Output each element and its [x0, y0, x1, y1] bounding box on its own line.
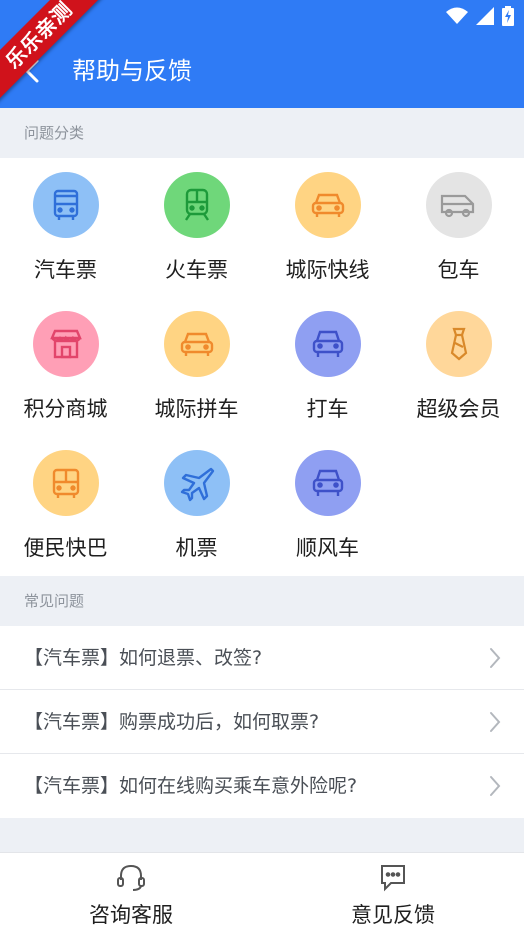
category-points-mall[interactable]: 积分商城 — [0, 297, 131, 436]
category-flight[interactable]: 机票 — [131, 436, 262, 575]
faq-question: 【汽车票】购票成功后，如何取票? — [24, 711, 320, 733]
category-label: 打车 — [306, 397, 349, 421]
category-label: 城际拼车 — [154, 397, 239, 421]
chevron-right-icon — [490, 712, 501, 732]
chevron-right-icon — [490, 648, 501, 668]
faq-list: 【汽车票】如何退票、改签? 【汽车票】购票成功后，如何取票? 【汽车票】如何在线… — [0, 626, 524, 818]
faq-section-label: 常见问题 — [0, 576, 524, 626]
category-train[interactable]: 火车票 — [131, 158, 262, 297]
faq-item[interactable]: 【汽车票】如何退票、改签? — [0, 626, 524, 690]
category-charter[interactable]: 包车 — [393, 158, 524, 297]
car-icon — [295, 172, 361, 238]
bottom-action-bar: 咨询客服 意见反馈 — [0, 852, 524, 933]
customer-service-button[interactable]: 咨询客服 — [0, 853, 262, 933]
faq-question: 【汽车票】如何在线购买乘车意外险呢? — [24, 775, 358, 797]
headset-icon — [117, 864, 145, 891]
page-title: 帮助与反馈 — [72, 57, 192, 85]
category-label: 汽车票 — [34, 258, 97, 282]
signal-icon — [476, 7, 494, 25]
shop-icon — [33, 311, 99, 377]
category-label: 超级会员 — [416, 397, 501, 421]
train-icon — [164, 172, 230, 238]
category-label: 便民快巴 — [23, 536, 108, 560]
category-super-member[interactable]: 超级会员 — [393, 297, 524, 436]
wifi-icon — [446, 7, 468, 24]
message-icon — [381, 865, 405, 892]
tie-icon — [426, 311, 492, 377]
faq-question: 【汽车票】如何退票、改签? — [24, 647, 263, 669]
carpool-icon — [164, 311, 230, 377]
van-icon — [426, 172, 492, 238]
faq-item[interactable]: 【汽车票】购票成功后，如何取票? — [0, 690, 524, 754]
category-rideshare[interactable]: 顺风车 — [262, 436, 393, 575]
category-bus[interactable]: 汽车票 — [0, 158, 131, 297]
category-label: 城际快线 — [285, 258, 370, 282]
category-label: 包车 — [437, 258, 480, 282]
category-grid: 汽车票 火车票 城际快线 包车 积分商城 城际拼车 打车 超级会员 便民快巴 机… — [0, 158, 524, 576]
category-shuttle-bus[interactable]: 便民快巴 — [0, 436, 131, 575]
category-intercity-carpool[interactable]: 城际拼车 — [131, 297, 262, 436]
feedback-button[interactable]: 意见反馈 — [262, 853, 524, 933]
category-taxi[interactable]: 打车 — [262, 297, 393, 436]
category-label: 积分商城 — [23, 397, 108, 421]
bus-icon — [33, 172, 99, 238]
customer-service-label: 咨询客服 — [89, 903, 173, 927]
status-bar — [446, 6, 514, 26]
taxi-icon — [295, 311, 361, 377]
category-label: 机票 — [175, 536, 218, 560]
category-intercity-express[interactable]: 城际快线 — [262, 158, 393, 297]
battery-icon — [502, 6, 514, 26]
chevron-right-icon — [490, 776, 501, 796]
rideshare-icon — [295, 450, 361, 516]
plane-icon — [164, 450, 230, 516]
minibus-icon — [33, 450, 99, 516]
category-label: 顺风车 — [296, 536, 359, 560]
faq-item[interactable]: 【汽车票】如何在线购买乘车意外险呢? — [0, 754, 524, 818]
categories-section-label: 问题分类 — [0, 108, 524, 158]
category-label: 火车票 — [165, 258, 228, 282]
feedback-label: 意见反馈 — [351, 903, 435, 927]
